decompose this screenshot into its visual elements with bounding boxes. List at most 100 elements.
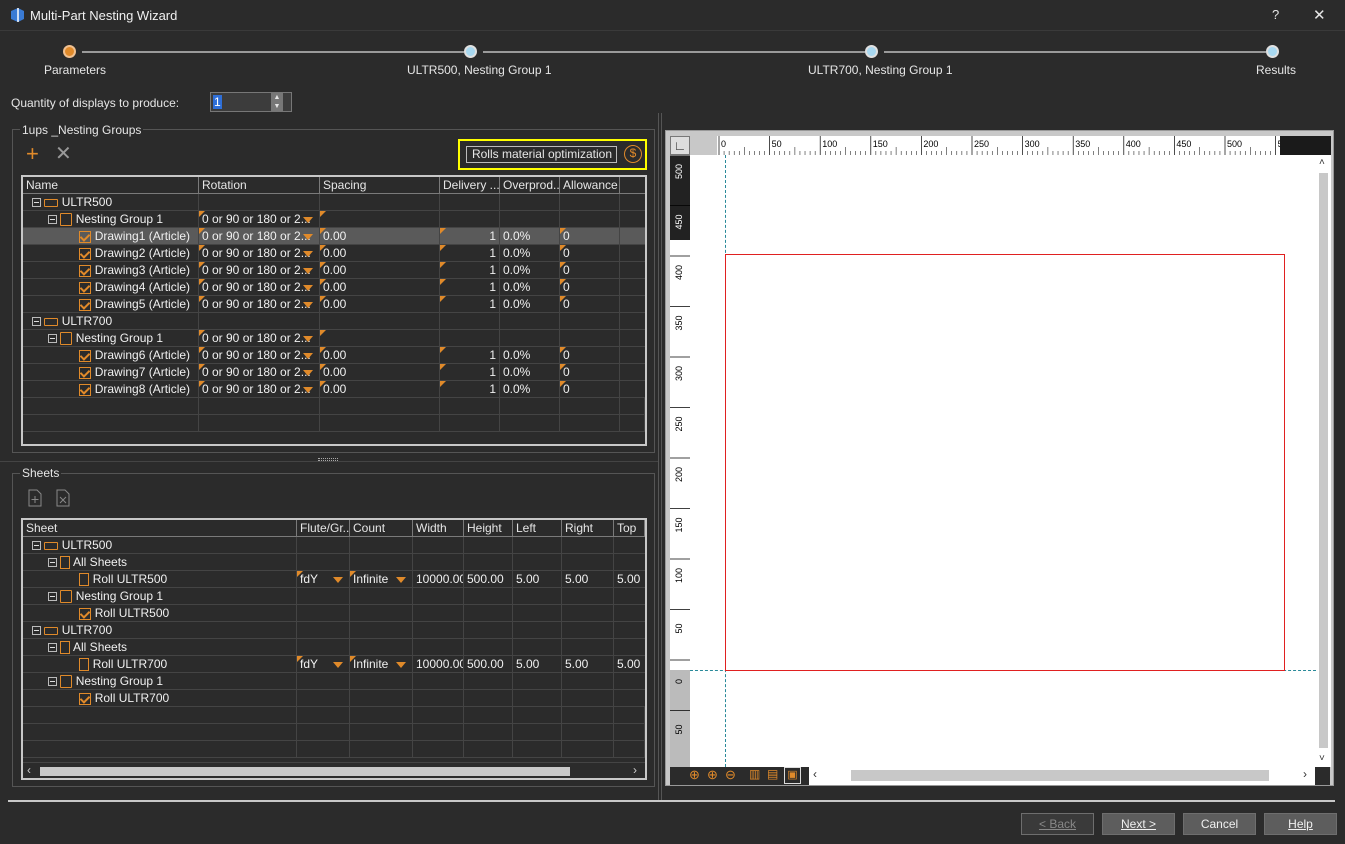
step-dot-parameters[interactable] [63,45,76,58]
rotation-value[interactable]: 0 or 90 or 180 or 2... [202,365,311,379]
cost-icon[interactable]: $ [624,145,642,163]
table-row[interactable]: All Sheets [23,554,645,571]
dropdown-icon[interactable] [303,251,313,257]
splitter[interactable] [0,461,658,462]
scroll-down-icon[interactable]: ˅ [1319,753,1325,764]
spacing-value[interactable]: 0.00 [323,297,346,311]
overprod-value[interactable]: 0.0% [503,263,530,277]
horizontal-scrollbar[interactable]: ‹ › [809,767,1315,785]
scroll-up-icon[interactable]: ˄ [1319,157,1325,168]
table-row[interactable]: Drawing3 (Article) 0 or 90 or 180 or 2...… [23,262,645,279]
checkbox-icon[interactable] [79,264,92,277]
help-icon[interactable]: ? [1272,7,1279,22]
cancel-button[interactable]: Cancel [1183,813,1256,835]
collapse-icon[interactable] [32,317,41,327]
width-value[interactable]: 10000.00 [416,657,463,671]
height-value[interactable]: 500.00 [467,572,504,586]
left-value[interactable]: 5.00 [516,572,539,586]
horizontal-scrollbar[interactable]: ‹ › [23,762,645,778]
column-header[interactable]: Left [513,520,562,537]
step-dot-results[interactable] [1266,45,1279,58]
column-header[interactable]: Allowance [560,177,620,194]
delivery-value[interactable]: 1 [489,297,496,311]
width-value[interactable]: 10000.00 [416,572,463,586]
quantity-stepper[interactable]: 1 ▲ ▼ [210,92,292,112]
spacing-value[interactable]: 0.00 [323,246,346,260]
spacing-value[interactable]: 0.00 [323,365,346,379]
back-button[interactable]: < Back [1021,813,1094,835]
rotation-value[interactable]: 0 or 90 or 180 or 2... [202,348,311,362]
table-row[interactable]: Drawing5 (Article) 0 or 90 or 180 or 2...… [23,296,645,313]
right-value[interactable]: 5.00 [565,657,588,671]
column-header[interactable]: Width [413,520,464,537]
column-header[interactable]: Right [562,520,614,537]
checkbox-icon[interactable] [79,366,92,379]
overprod-value[interactable]: 0.0% [503,382,530,396]
rotation-value[interactable]: 0 or 90 or 180 or 2... [202,263,311,277]
delivery-value[interactable]: 1 [489,382,496,396]
ruler-corner-icon[interactable]: ∟ [670,136,690,155]
dropdown-icon[interactable] [303,285,313,291]
table-row[interactable]: Nesting Group 1 [23,673,645,690]
rotation-value[interactable]: 0 or 90 or 180 or 2... [202,212,311,226]
column-header[interactable]: Rotation [199,177,320,194]
left-value[interactable]: 5.00 [516,657,539,671]
scrollbar-thumb[interactable] [851,770,1269,781]
dropdown-icon[interactable] [303,387,313,393]
overprod-value[interactable]: 0.0% [503,297,530,311]
overprod-value[interactable]: 0.0% [503,280,530,294]
collapse-icon[interactable] [32,626,41,636]
zoom-fit-icon[interactable]: ⊕ [689,767,700,783]
top-value[interactable]: 5.00 [617,572,640,586]
table-row[interactable]: Roll ULTR700 [23,690,645,707]
table-row[interactable]: ULTR700 [23,313,645,330]
stepper-up-icon[interactable]: ▲ [271,93,283,102]
height-value[interactable]: 500.00 [467,657,504,671]
checkbox-icon[interactable] [79,692,92,705]
table-row[interactable]: Nesting Group 1 [23,588,645,605]
zoom-out-icon[interactable]: ⊖ [725,767,736,783]
rotation-value[interactable]: 0 or 90 or 180 or 2... [202,297,311,311]
scrollbar-thumb[interactable] [40,767,570,776]
table-row[interactable]: Drawing8 (Article) 0 or 90 or 180 or 2...… [23,381,645,398]
delete-icon[interactable]: ✕ [55,143,72,165]
dropdown-icon[interactable] [396,577,406,583]
column-header[interactable]: Overprod... [500,177,560,194]
table-row[interactable]: Roll ULTR500 [23,605,645,622]
count-value[interactable]: Infinite [353,657,388,671]
overprod-value[interactable]: 0.0% [503,229,530,243]
count-value[interactable]: Infinite [353,572,388,586]
table-row[interactable]: Drawing6 (Article) 0 or 90 or 180 or 2...… [23,347,645,364]
table-row[interactable]: Drawing1 (Article) 0 or 90 or 180 or 2...… [23,228,645,245]
scrollbar-thumb[interactable] [1319,173,1328,748]
table-row[interactable]: ULTR700 [23,622,645,639]
column-header[interactable]: Count [350,520,413,537]
fit-width-icon[interactable]: ▥ [749,767,760,781]
collapse-icon[interactable] [32,198,41,208]
stepper-down-icon[interactable]: ▼ [271,102,283,111]
column-header[interactable]: Flute/Gr... [297,520,350,537]
next-button[interactable]: Next > [1102,813,1175,835]
close-icon[interactable]: ✕ [1313,6,1326,24]
collapse-icon[interactable] [48,643,57,653]
table-row[interactable]: Roll ULTR500 fdY Infinite 10000.00 500.00 5.0… [23,571,645,588]
column-header[interactable]: Spacing [320,177,440,194]
dropdown-icon[interactable] [303,234,313,240]
table-row[interactable]: Drawing2 (Article) 0 or 90 or 180 or 2...… [23,245,645,262]
table-row[interactable]: ULTR500 [23,194,645,211]
add-icon[interactable]: + [26,143,39,165]
delivery-value[interactable]: 1 [489,365,496,379]
rotation-value[interactable]: 0 or 90 or 180 or 2... [202,229,311,243]
spacing-value[interactable]: 0.00 [323,382,346,396]
table-row[interactable]: ULTR500 [23,537,645,554]
checkbox-icon[interactable] [79,349,92,362]
column-header[interactable]: Top [614,520,645,537]
panel-divider[interactable] [658,113,662,801]
table-row[interactable]: Nesting Group 1 0 or 90 or 180 or 2... [23,211,645,228]
scroll-left-icon[interactable]: ‹ [27,763,31,777]
collapse-icon[interactable] [48,334,57,344]
spacing-value[interactable]: 0.00 [323,280,346,294]
right-value[interactable]: 5.00 [565,572,588,586]
delivery-value[interactable]: 1 [489,229,496,243]
scroll-right-icon[interactable]: › [1303,767,1307,781]
